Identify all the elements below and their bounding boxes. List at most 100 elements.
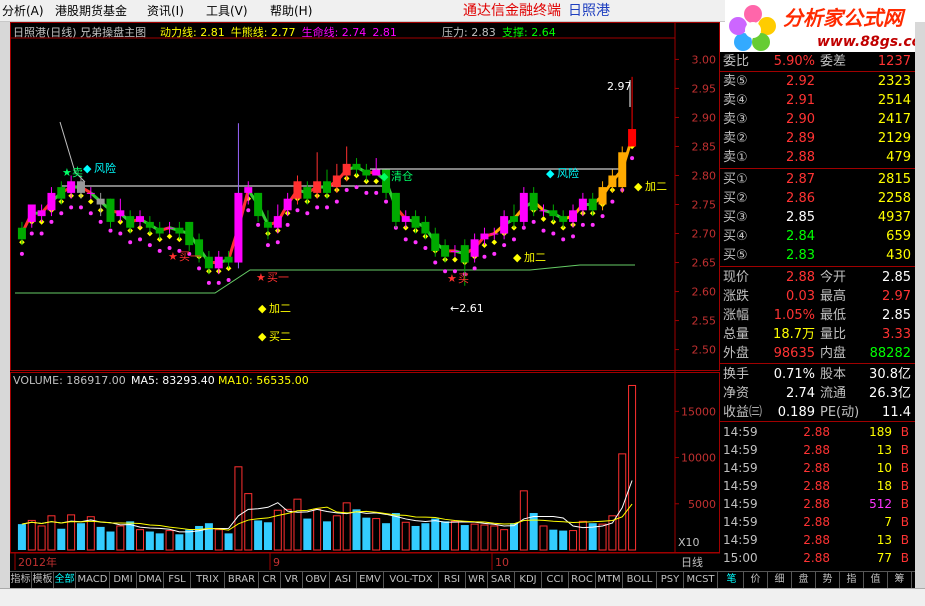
quote-tab-3[interactable]: 盘	[792, 572, 816, 588]
annotation-sell: 卖	[72, 166, 83, 179]
tab-vol-tdx[interactable]: VOL-TDX	[384, 572, 439, 588]
scrollbar[interactable]	[915, 22, 925, 588]
lifeline-dot	[39, 231, 44, 236]
bull-dot	[87, 198, 94, 205]
vol-bar	[136, 529, 145, 551]
fin-row-1-value2: 26.3亿	[869, 386, 911, 401]
annotation-risk2: 风险	[557, 166, 579, 180]
candle-body	[608, 175, 617, 188]
tab-roc[interactable]: ROC	[569, 572, 596, 588]
date-label-0: 2012年	[18, 555, 57, 569]
tab-wr[interactable]: WR	[466, 572, 488, 588]
candle-body	[628, 129, 637, 147]
menu-info[interactable]: 资讯(I)	[147, 4, 184, 18]
tick-price: 2.88	[803, 533, 830, 547]
tab-trix[interactable]: TRIX	[191, 572, 225, 588]
tick-volume: 77	[876, 551, 892, 565]
tab-sar[interactable]: SAR	[488, 572, 515, 588]
quote-tab-5[interactable]: 指	[840, 572, 864, 588]
tab-macd[interactable]: MACD	[76, 572, 110, 588]
price-tick-label: 2.50	[692, 344, 717, 357]
tick-row: 14:59 2.88 512 B	[720, 495, 915, 513]
vol-bar	[303, 518, 312, 550]
annotation-buy1: 买一	[179, 250, 201, 263]
vol-bar	[106, 531, 115, 550]
candle-body	[224, 256, 233, 263]
vol-bar	[401, 521, 410, 551]
fin-row-2-label2: PE(动)	[820, 405, 860, 420]
ask-row-3-label: 卖③	[723, 112, 748, 127]
tab-模板[interactable]: 模板	[32, 572, 54, 588]
tab-obv[interactable]: OBV	[303, 572, 330, 588]
tab-kdj[interactable]: KDJ	[515, 572, 542, 588]
menu-help[interactable]: 帮助(H)	[270, 4, 312, 18]
tick-price: 2.88	[803, 443, 830, 457]
vol-bar	[37, 525, 46, 551]
lifeline-dot	[226, 277, 231, 282]
candle-body	[323, 181, 331, 193]
lifeline-dot	[433, 260, 438, 265]
vol-bar	[598, 523, 607, 551]
stat-row-3-value2: 3.33	[882, 327, 911, 342]
lifeline-dot	[403, 237, 408, 242]
price-tick-label: 2.80	[692, 169, 717, 182]
ask-row-3: 卖③ 2.90 2417	[720, 110, 915, 129]
quote-tab-7[interactable]: 筹	[888, 572, 912, 588]
quote-tab-6[interactable]: 值	[864, 572, 888, 588]
candle-body	[529, 192, 538, 211]
tick-direction: B	[900, 425, 909, 439]
vol-bar	[391, 513, 400, 550]
candle-body	[145, 221, 154, 228]
tab-mtm[interactable]: MTM	[596, 572, 623, 588]
tab-mcst[interactable]: MCST	[684, 572, 718, 588]
buy2-diamond-icon: ◆	[258, 330, 267, 343]
tick-time: 14:59	[723, 425, 758, 439]
lifeline-dot	[197, 266, 202, 271]
tab-dma[interactable]: DMA	[137, 572, 164, 588]
stat-row-3: 总量 18.7万 量比 3.33	[720, 325, 915, 344]
tab-cci[interactable]: CCI	[542, 572, 569, 588]
tab-全部[interactable]: 全部	[54, 572, 76, 588]
tab-cr[interactable]: CR	[259, 572, 281, 588]
candle-body	[372, 169, 381, 176]
tab-brar[interactable]: BRAR	[225, 572, 259, 588]
tick-direction: B	[900, 497, 909, 511]
lifeline-dot	[551, 231, 556, 236]
vol-bar	[421, 523, 430, 550]
menu-hk-futures[interactable]: 港股期货基金	[55, 4, 127, 18]
tab-rsi[interactable]: RSI	[439, 572, 466, 588]
lifeline-dot	[423, 246, 428, 251]
kline-chart[interactable]: 日照港(日线) 兄弟操盘主图 动力线: 2.81 牛熊线: 2.77 生命线: 2.7…	[10, 22, 720, 588]
tab-vr[interactable]: VR	[281, 572, 303, 588]
candle-body	[411, 216, 420, 228]
lifeline-dot	[206, 280, 211, 285]
fin-row-0-value2: 30.8亿	[869, 367, 911, 382]
quote-tab-2[interactable]: 细	[768, 572, 792, 588]
vol-tick-label: 10000	[681, 452, 716, 465]
menu-analysis[interactable]: 分析(A)	[2, 4, 44, 18]
annotation-add2a: 加二	[269, 302, 291, 315]
bull-dot	[491, 239, 498, 246]
quote-tab-0[interactable]: 笔	[720, 572, 744, 588]
menu-tools[interactable]: 工具(V)	[206, 4, 248, 18]
quote-tab-4[interactable]: 势	[816, 572, 840, 588]
tab-emv[interactable]: EMV	[357, 572, 384, 588]
tick-volume: 18	[876, 479, 892, 493]
tab-指标[interactable]: 指标	[10, 572, 32, 588]
tab-dmi[interactable]: DMI	[110, 572, 137, 588]
price-tick-label: 2.90	[692, 111, 717, 124]
tab-psy[interactable]: PSY	[657, 572, 684, 588]
tab-asi[interactable]: ASI	[330, 572, 357, 588]
lifeline-dot	[98, 219, 103, 224]
indicator-3: 2.81	[372, 26, 397, 39]
vol-bar	[155, 533, 164, 550]
lifeline-dot	[344, 187, 349, 192]
tab-fsl[interactable]: FSL	[164, 572, 191, 588]
quote-tab-1[interactable]: 价	[744, 572, 768, 588]
stat-row-2-label: 涨幅	[723, 308, 750, 323]
lifeline-dot	[19, 251, 24, 256]
tick-volume: 10	[876, 461, 892, 475]
candle-body	[155, 227, 164, 234]
fin-row-2-label: 收益㈢	[723, 405, 763, 420]
tab-boll[interactable]: BOLL	[623, 572, 657, 588]
